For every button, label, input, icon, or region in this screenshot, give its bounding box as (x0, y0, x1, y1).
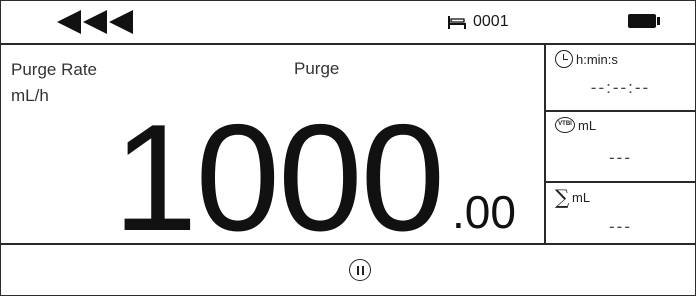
battery-full-icon (628, 14, 660, 28)
total-volume-unit: mL (572, 189, 591, 205)
time-remaining-value: --:--:-- (590, 78, 651, 97)
time-remaining-panel[interactable]: h:min:s --:--:-- (546, 45, 695, 112)
status-bar: 0001 (1, 1, 695, 45)
pause-icon (356, 265, 359, 275)
mode-label: Purge (294, 59, 340, 78)
rate-value-decimal: .00 (452, 186, 516, 238)
sigma-icon: ∑ (555, 185, 570, 209)
rate-unit: mL/h (11, 86, 49, 105)
arrow-left-icon (83, 10, 107, 34)
vtbi-panel[interactable]: VTBI mL --- (546, 112, 695, 183)
pause-button[interactable] (349, 259, 371, 281)
clock-icon (555, 50, 573, 68)
rate-label: Purge Rate (11, 60, 97, 79)
arrow-left-icon (109, 10, 133, 34)
bed-number: 0001 (473, 13, 509, 30)
vtbi-icon: VTBI (555, 117, 575, 133)
total-volume-panel[interactable]: ∑ mL --- (546, 183, 695, 243)
rate-value-integer: 1000 (113, 93, 445, 263)
total-volume-value: --- (609, 217, 632, 236)
vtbi-value: --- (609, 148, 632, 167)
bottom-bar (1, 243, 695, 297)
time-unit: h:min:s (576, 51, 618, 67)
back-arrows-icon[interactable] (57, 10, 133, 34)
vtbi-unit: mL (578, 117, 597, 133)
side-info-panels: h:min:s --:--:-- VTBI mL --- ∑ mL --- (546, 45, 695, 243)
pump-screen: 0001 Purge Rate mL/h Purge 1000 .00 h:mi… (0, 0, 696, 296)
rate-display[interactable]: Purge Rate mL/h Purge 1000 .00 (1, 45, 546, 254)
arrow-left-icon (57, 10, 81, 34)
bed-icon (448, 16, 466, 29)
bed-indicator: 0001 (447, 13, 509, 31)
